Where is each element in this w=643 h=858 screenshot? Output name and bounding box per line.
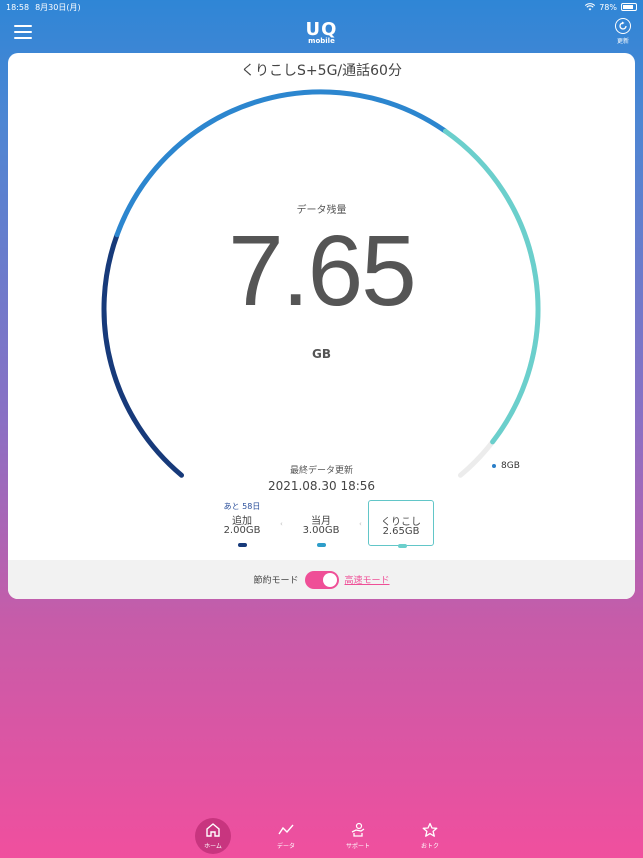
bucket-current[interactable]: 当月 3.00GB <box>288 500 354 547</box>
bucket-value: 2.65GB <box>382 526 420 537</box>
bucket-value: 3.00GB <box>302 525 340 536</box>
update-time: 2021.08.30 18:56 <box>267 479 376 493</box>
mode-toggle[interactable] <box>304 570 339 589</box>
app-header: UQ mobile 更新 <box>0 14 643 52</box>
bucket-value: 2.00GB <box>223 525 261 536</box>
tab-data[interactable]: データ <box>268 818 304 854</box>
support-icon <box>351 822 365 837</box>
home-icon <box>206 823 220 837</box>
star-icon <box>422 822 438 837</box>
status-date: 8月30日(月) <box>35 2 81 12</box>
bucket-list: あと 58日 追加 2.00GB ‹ 当月 3.00GB ‹ くりこし 2.65… <box>8 500 635 550</box>
bucket-color-bar <box>398 544 407 548</box>
tab-deals[interactable]: おトク <box>412 818 448 854</box>
bucket-color-bar <box>238 543 247 547</box>
tab-label: サポート <box>345 843 370 850</box>
uq-mobile-logo: UQ mobile <box>305 19 338 45</box>
tab-label: データ <box>276 843 295 850</box>
tab-support[interactable]: サポート <box>340 818 376 854</box>
bucket-add[interactable]: あと 58日 追加 2.00GB <box>209 500 275 547</box>
chart-icon <box>278 824 294 835</box>
data-card: くりこしS+5G/通話60分 データ残量 7.65 GB 8GB 最終データ更新… <box>8 53 635 599</box>
bucket-carryover[interactable]: くりこし 2.65GB <box>368 500 434 548</box>
refresh-icon <box>615 18 631 34</box>
remaining-label: データ残量 <box>296 205 347 216</box>
menu-icon[interactable] <box>14 25 32 39</box>
wifi-icon <box>585 3 596 11</box>
fast-mode-link[interactable]: 高速モード <box>345 573 390 586</box>
status-bar: 18:58 8月30日(月) 78% <box>0 0 643 14</box>
remaining-unit: GB <box>312 347 331 361</box>
bucket-color-bar <box>317 543 326 547</box>
save-mode-label: 節約モード <box>253 576 299 586</box>
chevron-left-icon: ‹ <box>280 520 283 528</box>
tab-home[interactable]: ホーム <box>195 818 231 854</box>
status-time: 18:58 <box>6 2 30 12</box>
battery-icon <box>621 3 637 11</box>
mode-strip: 節約モード 高速モード <box>8 560 635 599</box>
refresh-button[interactable]: 更新 <box>615 18 631 45</box>
remaining-value: 7.65 <box>228 215 417 327</box>
bucket-remain-days: あと 58日 <box>223 502 261 511</box>
tab-label: おトク <box>420 843 439 850</box>
tab-label: ホーム <box>204 843 222 850</box>
update-label: 最終データ更新 <box>289 466 353 476</box>
chevron-left-icon: ‹ <box>359 520 362 528</box>
refresh-label: 更新 <box>616 38 629 45</box>
tab-bar: ホーム データ サポート おトク <box>0 815 643 858</box>
battery-percent: 78% <box>599 2 617 12</box>
